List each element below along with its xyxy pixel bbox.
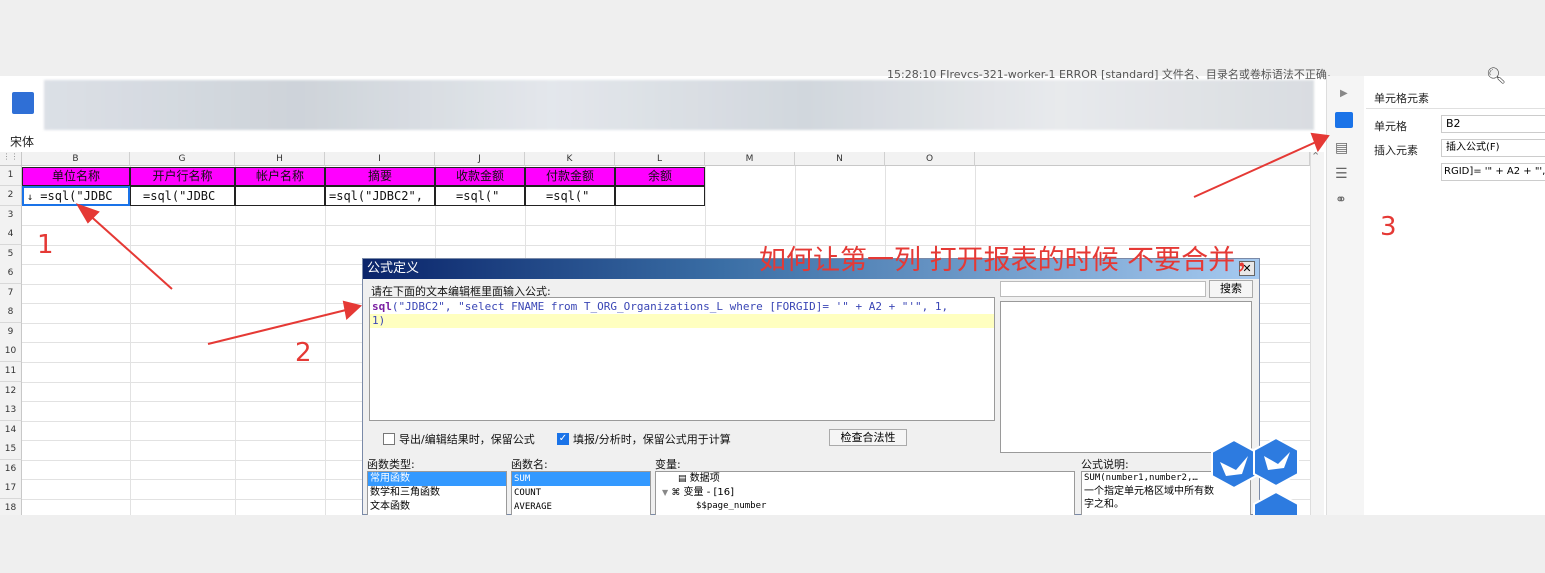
arrow-to-formula <box>207 309 347 345</box>
annotation-marker-1: 1 <box>37 230 54 260</box>
bottom-margin <box>0 515 1545 573</box>
arrow-head <box>1310 132 1330 153</box>
arrow-to-side-panel <box>1193 141 1317 198</box>
annotation-marker-2: 2 <box>295 338 312 368</box>
annotation-question: 如何让第一列 打开报表的时候 不要合并， <box>759 245 1263 276</box>
arrow-to-cell-b2 <box>85 211 173 290</box>
annotation-arrows <box>75 132 1330 345</box>
annotation-marker-3: 3 <box>1380 212 1397 242</box>
arrow-head <box>342 300 363 320</box>
